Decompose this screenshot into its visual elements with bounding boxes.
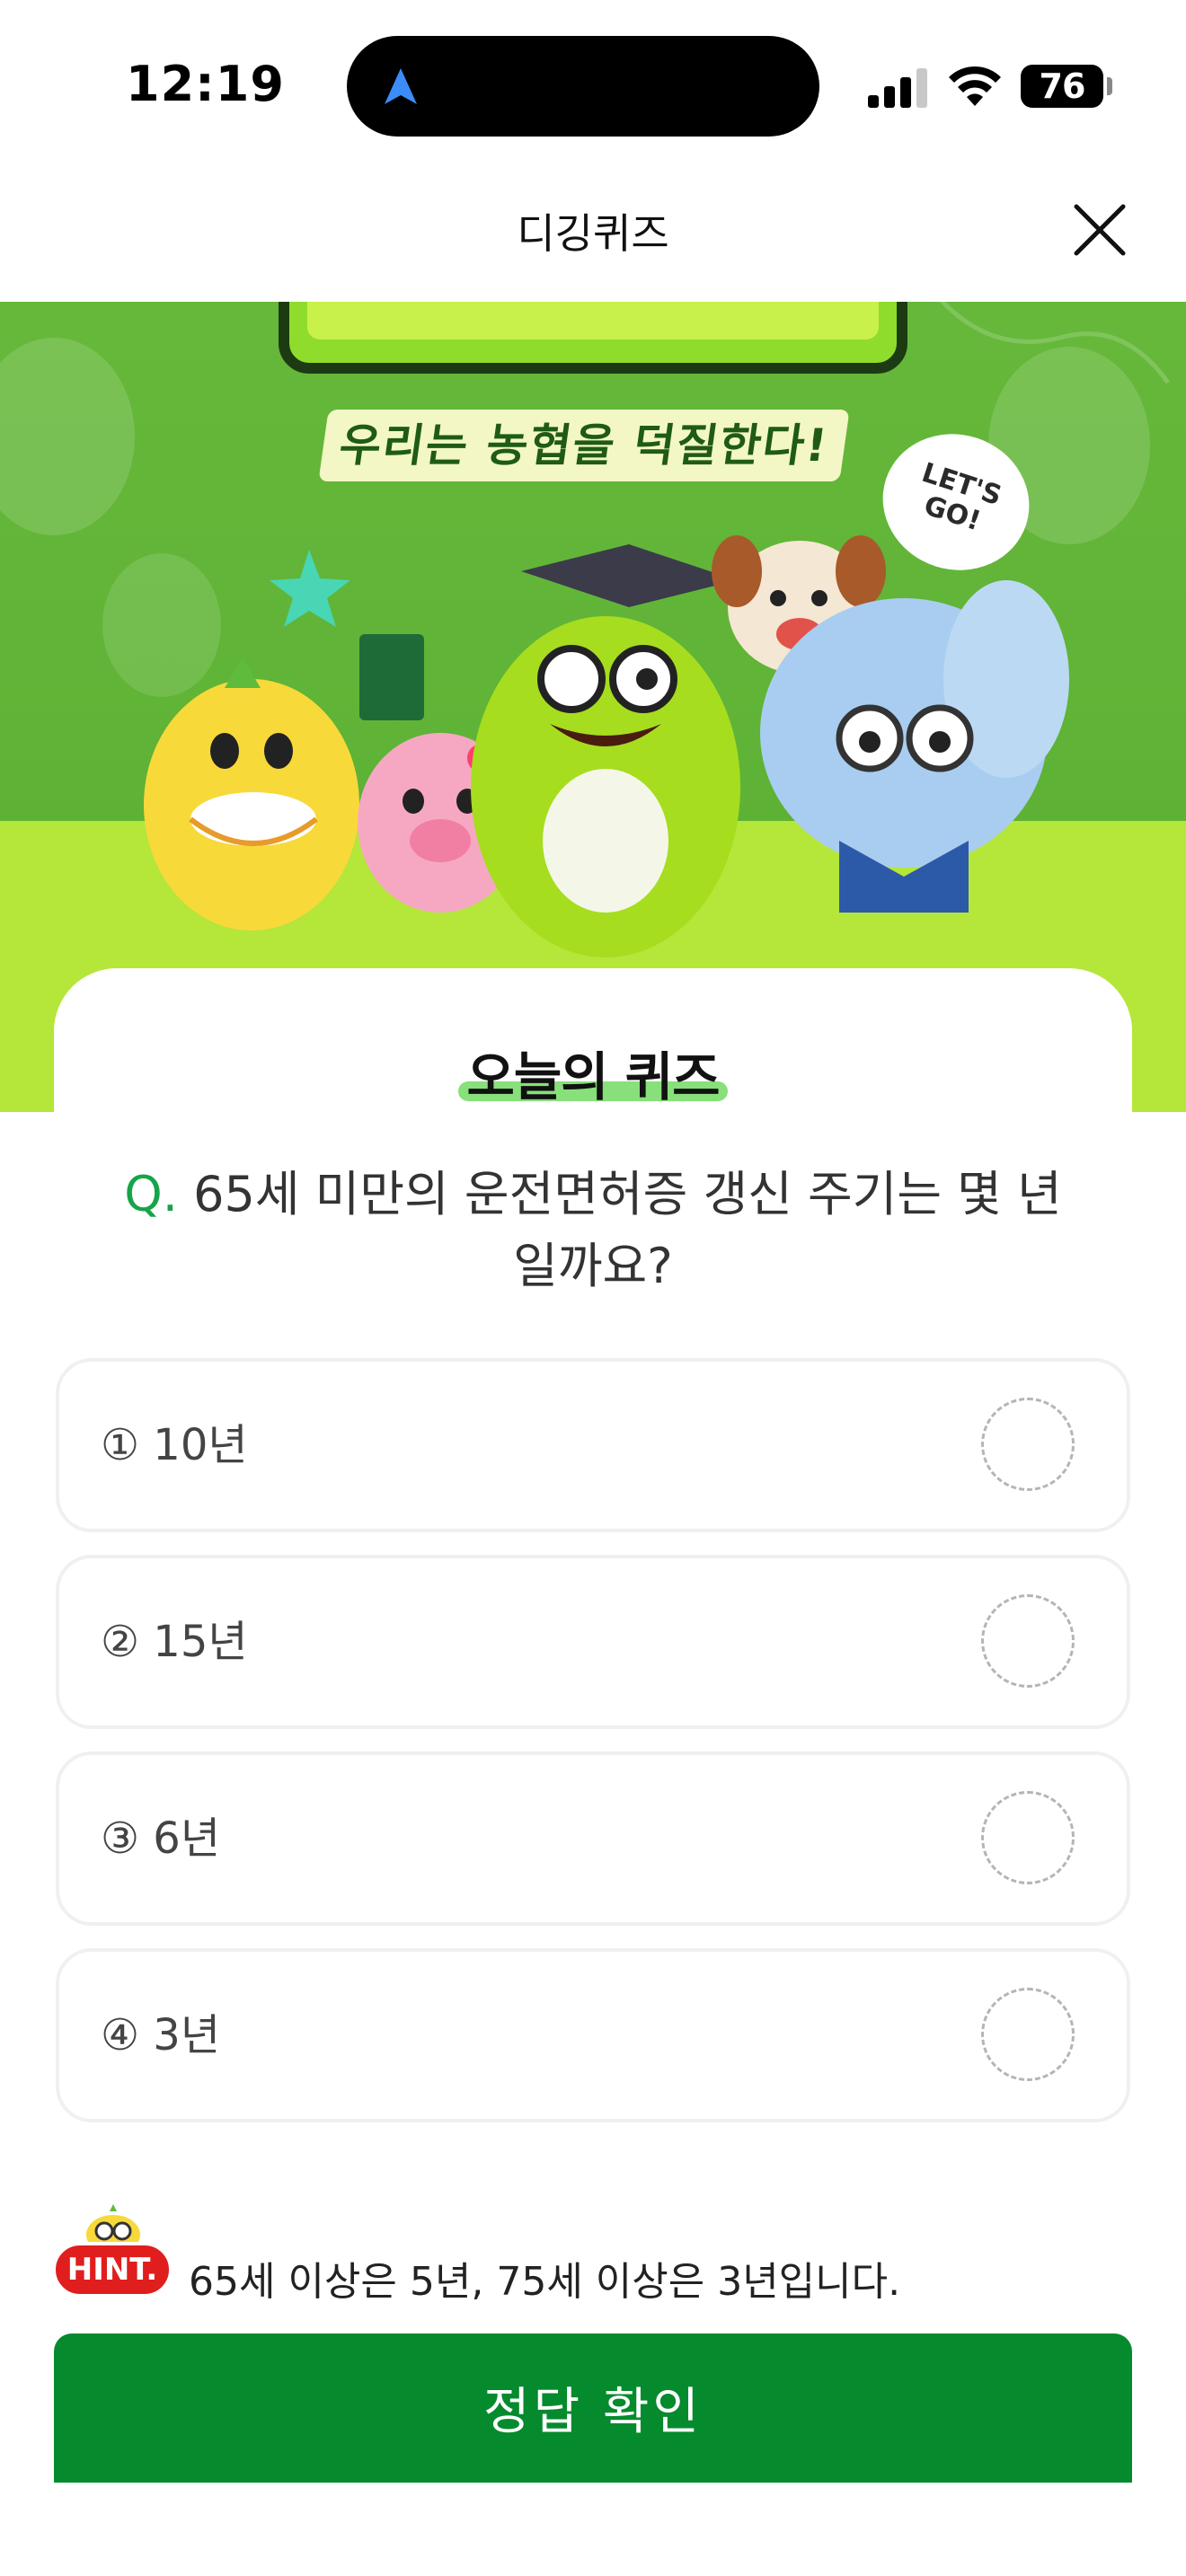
battery-icon: 76 [1021, 65, 1103, 108]
banner-logo-highlight [307, 302, 879, 340]
question-text: Q. 65세 미만의 운전면허증 갱신 주기는 몇 년일까요? [108, 1159, 1078, 1302]
hint-text: 65세 이상은 5년, 75세 이상은 3년입니다. [189, 2259, 901, 2305]
close-icon[interactable] [1066, 196, 1134, 264]
option-label: ③ 6년 [101, 1813, 220, 1864]
hint-row: HINT. 65세 이상은 5년, 75세 이상은 3년입니다. [52, 2204, 1130, 2305]
banner-subtitle: 우리는 농협을 덕질한다! [318, 410, 850, 481]
radio-button[interactable] [981, 1791, 1075, 1884]
cellular-signal-icon [868, 68, 927, 108]
battery-cap [1107, 77, 1112, 95]
radio-button[interactable] [981, 1594, 1075, 1688]
radio-button[interactable] [981, 1988, 1075, 2081]
status-time: 12:19 [126, 56, 285, 112]
answer-option-2[interactable]: ② 15년 [56, 1555, 1130, 1729]
quiz-card: 오늘의 퀴즈 [54, 968, 1132, 1112]
banner-logo [279, 302, 907, 374]
app-header: 디깅퀴즈 [0, 171, 1186, 302]
hint-badge: HINT. [52, 2204, 174, 2303]
check-answer-button[interactable]: 정답 확인 [54, 2333, 1132, 2483]
hint-label: HINT. [52, 2242, 173, 2298]
option-label: ② 15년 [101, 1617, 248, 1667]
battery-percentage: 76 [1039, 66, 1086, 106]
page: 12:19 76 디깅퀴즈 우리는 농협을 덕질한다! LET'S GO! 오늘… [0, 0, 1186, 2576]
answer-option-3[interactable]: ③ 6년 [56, 1751, 1130, 1926]
question-prefix: Q. [124, 1166, 178, 1222]
answer-option-4[interactable]: ④ 3년 [56, 1948, 1130, 2122]
wifi-icon [949, 66, 1001, 106]
option-label: ④ 3년 [101, 2010, 220, 2060]
quiz-title: 오늘의 퀴즈 [466, 1046, 721, 1107]
page-title: 디깅퀴즈 [517, 209, 669, 258]
question-body: 65세 미만의 운전면허증 갱신 주기는 몇 년일까요? [193, 1166, 1062, 1294]
option-label: ① 10년 [101, 1420, 248, 1470]
answer-option-1[interactable]: ① 10년 [56, 1358, 1130, 1532]
dynamic-island [347, 36, 819, 137]
radio-button[interactable] [981, 1398, 1075, 1491]
location-arrow-icon [385, 68, 417, 104]
status-bar: 12:19 76 [0, 0, 1186, 171]
